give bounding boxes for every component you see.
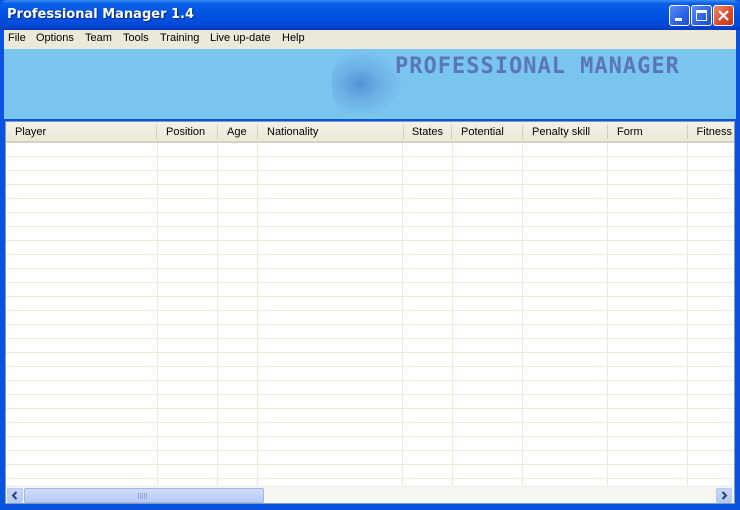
empty-row: [6, 241, 734, 255]
empty-row: [6, 143, 734, 157]
menu-file[interactable]: File: [8, 32, 26, 44]
window-title: Professional Manager 1.4: [7, 7, 195, 22]
empty-row: [6, 325, 734, 339]
empty-row: [6, 185, 734, 199]
empty-row: [6, 269, 734, 283]
empty-row: [6, 297, 734, 311]
empty-row: [6, 339, 734, 353]
empty-row: [6, 423, 734, 437]
empty-row: [6, 157, 734, 171]
empty-row: [6, 227, 734, 241]
empty-row: [6, 283, 734, 297]
chevron-left-icon: [11, 491, 18, 500]
menu-help[interactable]: Help: [282, 32, 305, 44]
column-header-age[interactable]: Age: [218, 122, 257, 141]
grid-line: [402, 143, 403, 486]
title-bar[interactable]: Professional Manager 1.4: [0, 0, 740, 30]
menu-tools[interactable]: Tools: [123, 32, 149, 44]
column-header-nationality[interactable]: Nationality: [258, 122, 403, 141]
column-header-penalty-skill[interactable]: Penalty skill: [523, 122, 607, 141]
menu-bar: File Options Team Tools Training Live up…: [4, 30, 736, 49]
grid-line: [687, 143, 688, 486]
empty-row: [6, 353, 734, 367]
column-header-potential[interactable]: Potential: [452, 122, 522, 141]
banner: PROFESSIONAL MANAGER: [4, 49, 736, 119]
maximize-icon: [696, 10, 707, 21]
minimize-icon: [675, 18, 682, 21]
column-header-fitness[interactable]: Fitness: [688, 122, 734, 141]
grid-line: [217, 143, 218, 486]
menu-live-update[interactable]: Live up-date: [210, 32, 271, 44]
menu-team[interactable]: Team: [85, 32, 112, 44]
grid-line: [452, 143, 453, 486]
minimize-button[interactable]: [669, 5, 690, 26]
empty-row: [6, 311, 734, 325]
empty-row: [6, 451, 734, 465]
column-header-states[interactable]: States: [404, 122, 451, 141]
menu-options[interactable]: Options: [36, 32, 74, 44]
grid-line: [257, 143, 258, 486]
list-rows: [6, 143, 734, 493]
menu-training[interactable]: Training: [160, 32, 199, 44]
empty-row: [6, 367, 734, 381]
list-header: Player Position Age Nationality States P…: [6, 122, 734, 143]
column-header-player[interactable]: Player: [6, 122, 156, 141]
close-button[interactable]: [713, 5, 734, 26]
banner-logo-text: PROFESSIONAL MANAGER: [395, 54, 680, 79]
empty-row: [6, 255, 734, 269]
chevron-right-icon: [721, 491, 728, 500]
empty-row: [6, 465, 734, 479]
column-header-form[interactable]: Form: [608, 122, 688, 141]
scroll-right-button[interactable]: [716, 488, 732, 503]
grid-line: [607, 143, 608, 486]
maximize-button[interactable]: [691, 5, 712, 26]
player-list[interactable]: Player Position Age Nationality States P…: [5, 121, 735, 504]
empty-row: [6, 171, 734, 185]
scroll-thumb[interactable]: [24, 488, 264, 503]
column-header-position[interactable]: Position: [157, 122, 217, 141]
empty-row: [6, 213, 734, 227]
scroll-left-button[interactable]: [7, 488, 23, 503]
empty-row: [6, 395, 734, 409]
grid-line: [157, 143, 158, 486]
grid-line: [522, 143, 523, 486]
empty-row: [6, 381, 734, 395]
empty-row: [6, 409, 734, 423]
scroll-grip: [138, 493, 148, 499]
empty-row: [6, 199, 734, 213]
app-window: Professional Manager 1.4 File Options Te…: [0, 0, 740, 510]
horizontal-scrollbar[interactable]: [6, 486, 734, 503]
close-icon: [718, 10, 729, 21]
empty-row: [6, 437, 734, 451]
banner-player-image: [332, 51, 402, 117]
